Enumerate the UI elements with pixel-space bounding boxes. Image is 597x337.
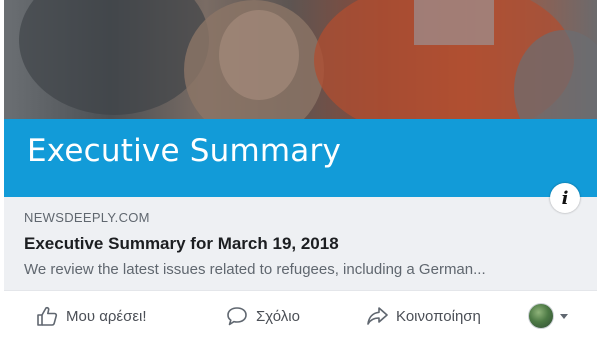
news-photo (4, 0, 597, 125)
like-button[interactable]: Μου αρέσει! (36, 304, 147, 328)
comment-button[interactable]: Σχόλιο (226, 304, 300, 328)
speech-bubble-icon (226, 306, 248, 326)
link-post-card: Executive Summary i NEWSDEEPLY.COM Execu… (0, 0, 597, 337)
avatar (528, 303, 554, 329)
share-button[interactable]: Κοινοποίηση (366, 304, 481, 328)
share-arrow-icon (366, 306, 388, 326)
link-description: We review the latest issues related to r… (24, 261, 486, 278)
link-domain: NEWSDEEPLY.COM (24, 210, 150, 225)
share-label: Κοινοποίηση (396, 307, 481, 325)
post-as-selector[interactable] (528, 303, 568, 329)
info-icon[interactable]: i (550, 183, 580, 213)
banner-title: Executive Summary (27, 133, 341, 169)
like-label: Μου αρέσει! (66, 307, 147, 325)
link-headline[interactable]: Executive Summary for March 19, 2018 (24, 234, 339, 254)
comment-label: Σχόλιο (256, 307, 300, 325)
thumbs-up-icon (36, 306, 58, 326)
caret-down-icon (560, 313, 568, 319)
